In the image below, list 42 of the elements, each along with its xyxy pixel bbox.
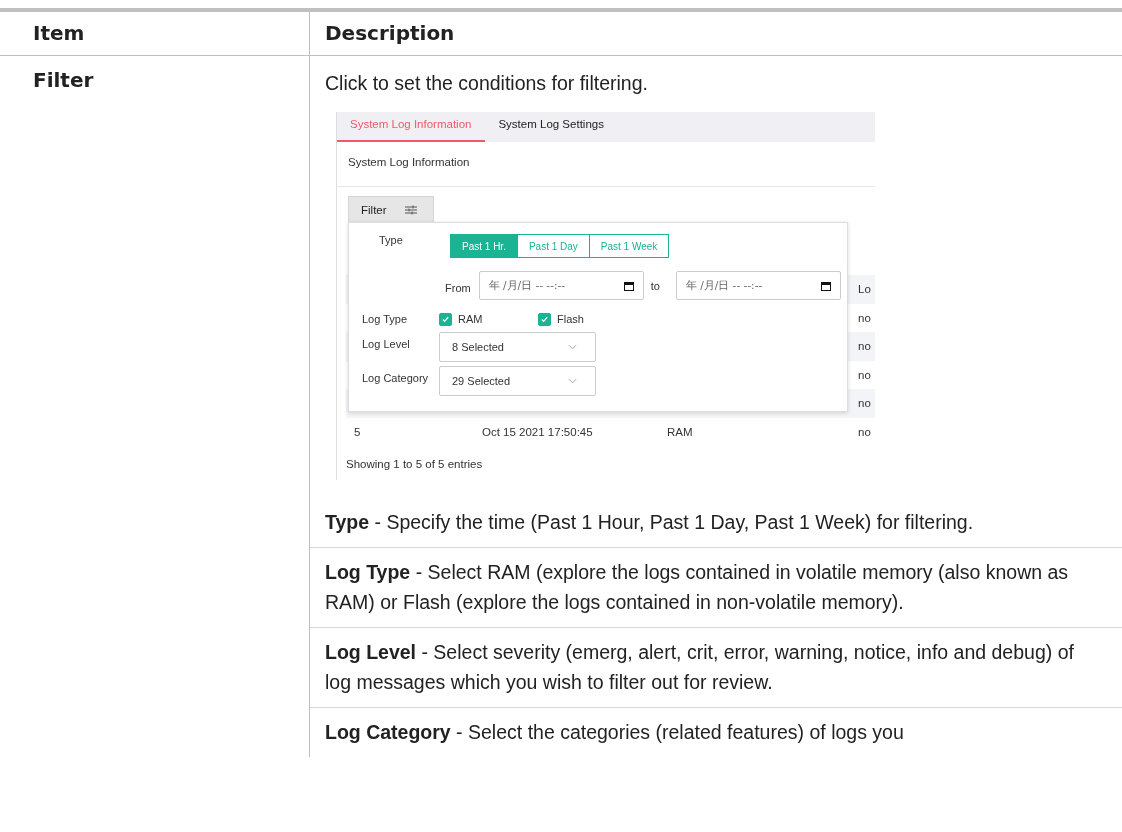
- column-header: Item: [33, 21, 85, 45]
- description-text: Type - Specify the time (Past 1 Hour, Past 1 Day, Past 1 Week) for filtering.: [310, 498, 1122, 548]
- to-label: to: [650, 279, 660, 292]
- column-header: Description: [325, 21, 455, 45]
- log-category-label: Log Category: [361, 371, 430, 384]
- calendar-icon: [623, 280, 634, 291]
- chevron-down-icon: [568, 378, 577, 384]
- date-field[interactable]: 年 /月/日 -- --:--: [478, 271, 644, 300]
- table-cell: no: [858, 397, 871, 410]
- filter-button[interactable]: Filter: [348, 196, 434, 223]
- entries-count: Showing 1 to 5 of 5 entries: [346, 458, 483, 470]
- date-field[interactable]: 年 /月/日 -- --:--: [675, 271, 841, 300]
- description-text: Log Category - Select the categories (related features) of logs you: [324, 720, 905, 745]
- table-cell: no: [858, 311, 871, 324]
- section-title: System Log Information: [348, 156, 470, 168]
- calendar-icon: [820, 280, 831, 291]
- log-level-select[interactable]: 8 Selected: [439, 332, 596, 362]
- table-cell: no: [858, 368, 871, 381]
- sliders-icon: [404, 205, 417, 215]
- table-cell: no: [858, 340, 871, 353]
- table-cell: RAM: [667, 425, 693, 438]
- log-level-label: Log Level: [361, 337, 411, 350]
- from-label: From: [445, 282, 471, 294]
- chevron-down-icon: [568, 344, 577, 350]
- log-type-label: Log Type: [361, 313, 409, 325]
- column-header: Lo: [858, 283, 871, 296]
- checkbox-label: Flash: [557, 313, 584, 325]
- checkbox[interactable]: [538, 312, 551, 326]
- table-cell: no: [858, 425, 871, 438]
- tab[interactable]: System Log Settings: [485, 112, 618, 142]
- check-icon: [540, 314, 549, 324]
- table-cell: 5: [354, 425, 361, 438]
- type-label: Type: [378, 234, 404, 246]
- description-text: Log Type - Select RAM (explore the logs contained in volatile memory (also known as RAM) or Flash (explore the logs contained in non-volatile memory).: [310, 548, 1122, 628]
- checkbox[interactable]: [439, 312, 452, 326]
- item-name: Filter: [33, 68, 94, 92]
- table-cell: Oct 15 2021 17:50:45: [482, 425, 593, 438]
- check-icon: [441, 314, 450, 324]
- log-category-select[interactable]: 29 Selected: [439, 366, 596, 396]
- description-text: Click to set the conditions for filtering.: [325, 71, 649, 96]
- checkbox-label: RAM: [458, 313, 483, 325]
- description-text: Log Level - Select severity (emerg, alert, crit, error, warning, notice, info and debug) of log messages which you wish to filter out for review.: [310, 628, 1122, 708]
